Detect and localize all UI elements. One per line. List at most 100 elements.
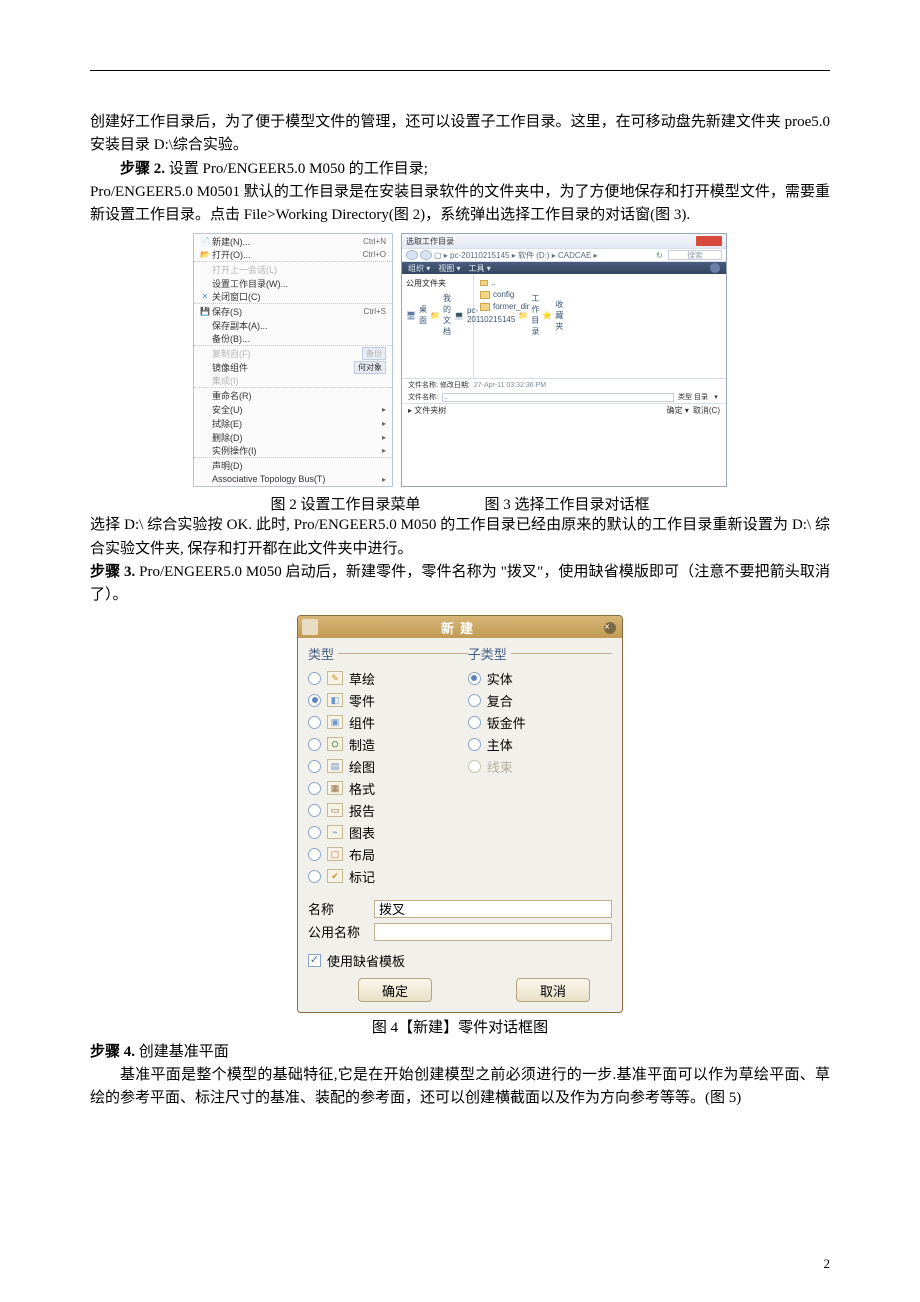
dlg-sys-icon [302, 619, 318, 635]
menu-label: 关闭窗口(C) [212, 290, 386, 303]
fb-footer: 文件名称: 修改日期: 27-Apr-11 03:32:36 PM 文件名称: … [402, 378, 726, 403]
dlg-subtype-option[interactable]: 主体 [468, 733, 608, 755]
radio-icon[interactable] [308, 804, 321, 817]
fb-file-item[interactable]: former_dir [480, 302, 720, 311]
radio-icon[interactable] [468, 738, 481, 751]
dlg-name-input[interactable] [374, 900, 612, 918]
step4-text: 创建基准平面 [139, 1044, 229, 1060]
menu-item[interactable]: 镜像组件何对象 [194, 360, 392, 374]
para-intro-1: 创建好工作目录后，为了便于模型文件的管理，还可以设置子工作目录。这里，在可移动盘… [90, 111, 830, 158]
dlg-type-option[interactable]: ⛭制造 [308, 733, 464, 755]
submenu-arrow-icon: ▸ [382, 446, 386, 455]
menu-item[interactable]: 设置工作目录(W)... [194, 276, 392, 290]
dlg-subtype-option[interactable]: 钣金件 [468, 711, 608, 733]
fb-toolbar-item[interactable]: 工具 ▾ [469, 263, 491, 274]
menu-label: 保存副本(A)... [212, 319, 386, 332]
menu-label: 备份(B)... [212, 332, 386, 345]
menu-label: 设置工作目录(W)... [212, 277, 386, 290]
menu-chip: 备份 [362, 347, 386, 360]
type-label: 格式 [349, 779, 375, 798]
menu-item[interactable]: 重命名(R) [194, 388, 392, 402]
submenu-arrow-icon: ▸ [382, 433, 386, 442]
fb-side-item[interactable]: 🖥桌面 [406, 303, 427, 327]
type-icon: ▭ [327, 803, 343, 817]
menu-label: 镜像组件 [212, 361, 354, 374]
search-icon[interactable] [710, 263, 720, 273]
dlg-type-option[interactable]: ▣组件 [308, 711, 464, 733]
dlg-subtype-option[interactable]: 复合 [468, 689, 608, 711]
menu-item[interactable]: ✕关闭窗口(C) [194, 290, 392, 304]
place-icon: 📁 [430, 311, 440, 320]
radio-icon[interactable] [308, 870, 321, 883]
dlg-type-option[interactable]: ▦ 格式 [308, 777, 464, 799]
radio-icon[interactable] [308, 782, 321, 795]
dlg-ok-button[interactable]: 确定 [358, 978, 432, 1002]
fb-up-folder[interactable]: .. [480, 278, 720, 287]
type-label: 制造 [349, 735, 375, 754]
menu-item[interactable]: 保存副本(A)... [194, 318, 392, 332]
radio-icon[interactable] [308, 848, 321, 861]
fb-file-item[interactable]: config [480, 290, 720, 299]
forward-icon[interactable] [420, 250, 432, 260]
menu-item[interactable]: 💾保存(S)Ctrl+S [194, 304, 392, 318]
back-icon[interactable] [406, 250, 418, 260]
menu-item[interactable]: 📄新建(N)...Ctrl+N [194, 234, 392, 248]
menu-label: 打开上一会话(L) [212, 263, 386, 276]
menu-item[interactable]: 📂打开(O)...Ctrl+O [194, 248, 392, 262]
menu-item[interactable]: 实例操作(I)▸ [194, 444, 392, 458]
dlg-template-label: 使用缺省模板 [327, 951, 405, 970]
dlg-subtype-option[interactable]: 实体 [468, 667, 608, 689]
radio-icon[interactable] [308, 738, 321, 751]
dlg-cancel-button[interactable]: 取消 [516, 978, 590, 1002]
search-input[interactable]: 搜索 [668, 250, 722, 260]
radio-icon[interactable] [308, 716, 321, 729]
dlg-titlebar: 新建 × [298, 616, 622, 638]
fb-folder-tree[interactable]: ▸ 文件夹树 [408, 405, 446, 416]
para-step4: 步骤 4. 创建基准平面 [90, 1041, 830, 1064]
dlg-common-input[interactable] [374, 923, 612, 941]
fb-sidebar: 公用文件夹 🖥桌面📁我的文档💻pc-20110215145📁工作目录⭐收藏夹 [402, 274, 474, 378]
radio-icon[interactable] [308, 826, 321, 839]
menu-item[interactable]: Associative Topology Bus(T)▸ [194, 472, 392, 486]
fb-type-label: 类型 目录 [678, 392, 708, 402]
type-icon: ▦ [327, 781, 343, 795]
menu-item[interactable]: 备份(B)... [194, 332, 392, 346]
radio-icon[interactable] [468, 694, 481, 707]
dlg-type-option[interactable]: ▤绘图 [308, 755, 464, 777]
fb-cancel-button[interactable]: 取消(C) [693, 405, 720, 416]
menu-icon: 📂 [198, 250, 212, 259]
dlg-type-option[interactable]: ✔标记 [308, 865, 464, 887]
dlg-common-row: 公用名称 [298, 920, 622, 943]
radio-icon[interactable] [468, 716, 481, 729]
dlg-type-option[interactable]: ◧零件 [308, 689, 464, 711]
fb-title: 选取工作目录 [406, 236, 454, 247]
fb-toolbar-item[interactable]: 组织 ▾ [408, 263, 430, 274]
fb-path[interactable]: ▢ ▸ pc-20110215145 ▸ 软件 (D:) ▸ CADCAE ▸ [434, 250, 656, 261]
radio-icon[interactable] [308, 760, 321, 773]
radio-icon[interactable] [468, 672, 481, 685]
para-after-23: 选择 D:\ 综合实验按 OK. 此时, Pro/ENGEER5.0 M050 … [90, 514, 830, 561]
menu-item[interactable]: 安全(U)▸ [194, 402, 392, 416]
close-icon[interactable]: × [604, 622, 616, 634]
dlg-type-option[interactable]: ✎草绘 [308, 667, 464, 689]
menu-label: 集成(I) [212, 374, 386, 387]
dlg-type-option[interactable]: ⌁图表 [308, 821, 464, 843]
fb-breadcrumb: ▢ ▸ pc-20110215145 ▸ 软件 (D:) ▸ CADCAE ▸ … [402, 248, 726, 262]
menu-label: 复制自(F) [212, 347, 362, 360]
submenu-arrow-icon: ▸ [382, 405, 386, 414]
close-icon[interactable] [696, 236, 722, 246]
type-label: 图表 [349, 823, 375, 842]
dlg-type-option[interactable]: ▭报告 [308, 799, 464, 821]
fb-side-item[interactable]: 📁我的文档 [430, 292, 451, 338]
dlg-template-checkbox[interactable]: ✓ [308, 954, 321, 967]
fb-toolbar-item[interactable]: 视图 ▾ [438, 263, 460, 274]
fb-ok-button[interactable]: 确定 ▾ [667, 405, 689, 416]
radio-icon[interactable] [308, 694, 321, 707]
menu-item[interactable]: 拭除(E)▸ [194, 416, 392, 430]
menu-item[interactable]: 删除(D)▸ [194, 430, 392, 444]
radio-icon[interactable] [308, 672, 321, 685]
dlg-type-option[interactable]: ▢布局 [308, 843, 464, 865]
refresh-icon[interactable]: ↻ [656, 251, 664, 260]
fb-filename-input[interactable] [442, 393, 674, 402]
menu-item[interactable]: 声明(D) [194, 458, 392, 472]
